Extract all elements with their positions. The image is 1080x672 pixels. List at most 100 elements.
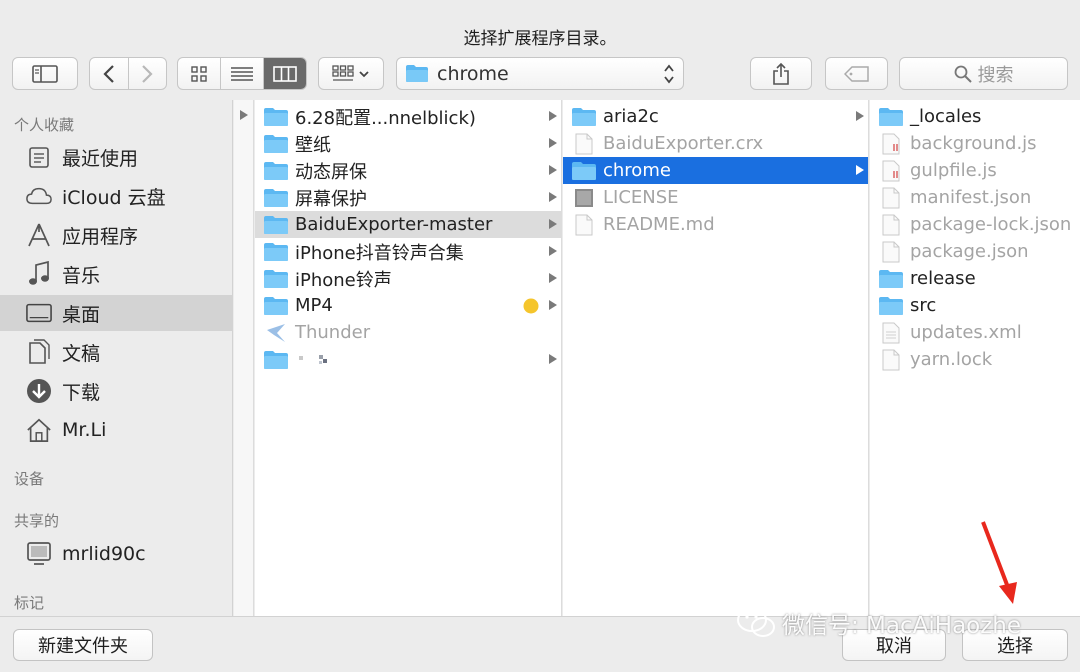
browser-content: 个人收藏 最近使用 iCloud 云盘 应用程序 音乐 桌面 文稿 下载 Mr.… [0,100,1080,616]
disclosure-arrow-icon [549,354,557,364]
sidebar-item-downloads[interactable]: 下载 [0,373,233,409]
list-item[interactable]: iPhone抖音铃声合集 [255,238,561,265]
item-name: BaiduExporter-master [295,214,493,235]
watermark-text: 微信号: MacAiHaozhe [782,613,1022,639]
columns-icon [273,65,297,82]
item-name: iPhone铃声 [295,269,392,291]
folder-icon [263,215,289,235]
tag-icon [843,65,869,82]
open-panel-window: 选择扩展程序目录。 chrome 搜索 个人收藏 最近使用 iCloud 云盘 … [0,0,1080,672]
disclosure-arrow-icon [549,165,557,175]
list-item[interactable]: LICENSE [563,184,868,211]
list-item[interactable]: background.js [870,130,1080,157]
disclosure-arrow-icon [856,165,864,175]
list-item[interactable]: Thunder [255,319,561,346]
forward-button[interactable] [129,58,167,89]
tag-dot-icon [523,298,539,314]
sidebar-item-desktop[interactable]: 桌面 [0,295,233,331]
documents-icon [26,339,52,365]
sidebar-item-label: mrlid90c [62,543,146,565]
sidebar-header-tags: 标记 [14,594,45,612]
folder-icon [263,107,289,127]
list-item[interactable]: package.json [870,238,1080,265]
folder-icon [263,242,289,262]
list-item[interactable]: yarn.lock [870,346,1080,373]
list-item[interactable]: BaiduExporter.crx [563,130,868,157]
recents-icon [26,144,52,170]
list-item[interactable]: aria2c [563,103,868,130]
grid-icon [191,65,207,82]
list-item[interactable]: MP4 [255,292,561,319]
sidebar-item-applications[interactable]: 应用程序 [0,217,233,253]
sidebar-item-icloud[interactable]: iCloud 云盘 [0,178,233,214]
disclosure-arrow-icon [549,219,557,229]
sidebar-toggle-button[interactable] [12,57,78,90]
list-item[interactable]: release [870,265,1080,292]
sidebar-item-label: 最近使用 [62,147,139,170]
xml-file-icon [878,322,904,343]
list-item[interactable]: src [870,292,1080,319]
item-name: 动态屏保 [295,161,367,183]
column-desktop: 6.28配置...nnelblick) 壁纸 动态屏保 屏幕保护 BaiduEx [255,100,562,616]
path-popup-button[interactable]: chrome [396,57,684,90]
item-name: chrome [603,160,671,181]
sidebar-item-recents[interactable]: 最近使用 [0,139,233,175]
music-icon [26,261,52,287]
item-name: src [910,295,937,316]
list-item[interactable]: _locales [870,103,1080,130]
sidebar-item-documents[interactable]: 文稿 [0,334,233,370]
new-folder-button[interactable]: 新建文件夹 [13,629,153,661]
list-view-button[interactable] [221,58,264,89]
icon-view-button[interactable] [178,58,221,89]
item-name: release [910,268,976,289]
sidebar-header-devices: 设备 [14,470,45,488]
list-item-selected[interactable]: BaiduExporter-master [255,211,561,238]
view-mode-control [177,57,307,90]
list-item[interactable]: package-lock.json [870,211,1080,238]
share-button[interactable] [750,57,812,90]
list-item[interactable]: README.md [563,211,868,238]
folder-icon [263,188,289,208]
list-icon [231,66,253,81]
sidebar-item-home[interactable]: Mr.Li [0,412,233,448]
parent-column-stub[interactable] [234,100,254,616]
folder-icon [878,296,904,316]
list-item[interactable]: gulpfile.js [870,157,1080,184]
tag-button[interactable] [825,57,888,90]
list-item[interactable]: updates.xml [870,319,1080,346]
back-button[interactable] [90,58,129,89]
folder-icon [263,161,289,181]
sidebar-item-shared-computer[interactable]: mrlid90c [0,536,233,572]
search-field[interactable]: 搜索 [899,57,1068,90]
item-name: LICENSE [603,187,679,208]
wechat-icon [737,608,775,637]
downloads-icon [26,378,52,404]
item-name: Thunder [295,322,371,343]
list-item[interactable]: 6.28配置...nnelblick) [255,103,561,130]
list-item[interactable]: manifest.json [870,184,1080,211]
list-item[interactable]: 屏幕保护 [255,184,561,211]
folder-icon [571,161,597,181]
sidebar-item-label: 文稿 [62,342,101,365]
list-item[interactable] [255,346,561,373]
sidebar-item-music[interactable]: 音乐 [0,256,233,292]
folder-icon [878,107,904,127]
watermark: 微信号: MacAiHaozhe [736,606,1021,640]
sidebar-item-label: 音乐 [62,264,101,287]
list-item[interactable]: 壁纸 [255,130,561,157]
arrange-grid-icon [332,64,354,81]
list-item[interactable]: iPhone铃声 [255,265,561,292]
chevron-down-icon [359,70,369,77]
disclosure-arrow-icon [549,192,557,202]
item-name: iPhone抖音铃声合集 [295,242,464,264]
item-name: package.json [910,241,1029,262]
arrange-button[interactable] [318,57,384,90]
red-arrow-icon [981,521,1017,604]
item-name: 壁纸 [295,134,331,156]
column-baiduexporter: aria2c BaiduExporter.crx chrome LICENSE … [563,100,869,616]
list-item-selected[interactable]: chrome [563,157,868,184]
column-view-button[interactable] [264,58,306,89]
list-item[interactable]: 动态屏保 [255,157,561,184]
file-icon [878,349,904,370]
folder-icon [263,350,289,370]
